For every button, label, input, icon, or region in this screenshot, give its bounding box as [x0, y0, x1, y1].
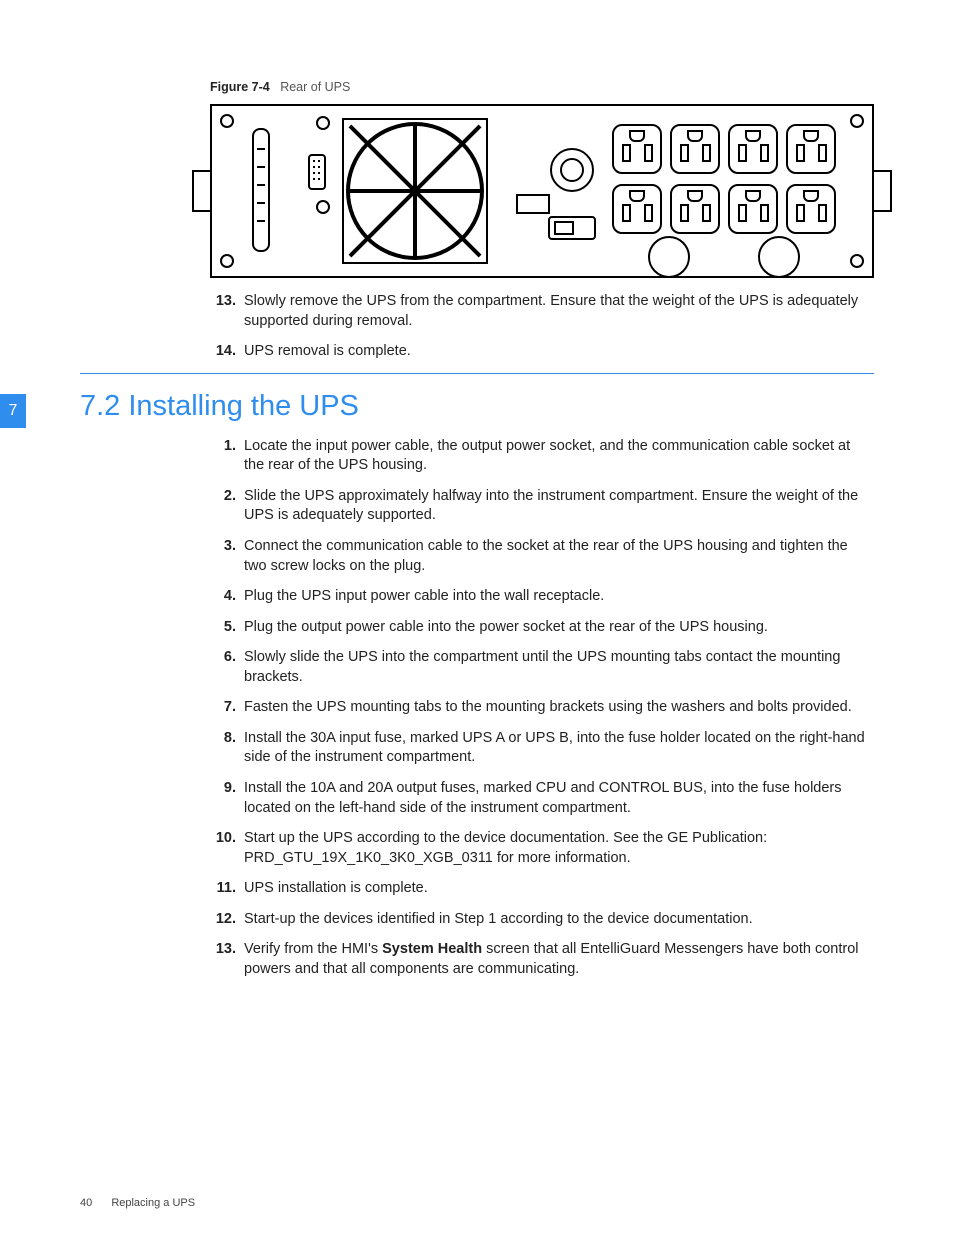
figure-title: Rear of UPS: [280, 80, 350, 94]
step-number: 2.: [210, 487, 236, 507]
step-text: Slowly remove the UPS from the compartme…: [244, 293, 858, 329]
list-item: 10. Start up the UPS according to the dev…: [210, 829, 874, 868]
step-text: Slide the UPS approximately halfway into…: [244, 488, 858, 524]
figure-caption: Figure 7-4 Rear of UPS: [210, 80, 874, 94]
step-number: 4.: [210, 587, 236, 607]
list-item: 13. Verify from the HMI's System Health …: [210, 940, 874, 979]
section-rule: [80, 373, 874, 374]
footer-title: Replacing a UPS: [111, 1197, 195, 1209]
step-text: Connect the communication cable to the s…: [244, 538, 848, 574]
step-text: Locate the input power cable, the output…: [244, 438, 850, 474]
list-item: 13. Slowly remove the UPS from the compar…: [210, 292, 874, 331]
list-item: 12. Start-up the devices identified in St…: [210, 910, 874, 930]
figure-rear-of-ups: [210, 104, 874, 278]
list-item: 2. Slide the UPS approximately halfway in…: [210, 487, 874, 526]
list-item: 3. Connect the communication cable to the…: [210, 537, 874, 576]
step-text: Install the 10A and 20A output fuses, ma…: [244, 780, 842, 816]
step-number: 7.: [210, 698, 236, 718]
step-number: 12.: [210, 910, 236, 930]
list-item: 11. UPS installation is complete.: [210, 879, 874, 899]
list-item: 8. Install the 30A input fuse, marked UPS…: [210, 729, 874, 768]
step-number: 14.: [210, 342, 236, 362]
chapter-side-tab: 7: [0, 394, 26, 428]
list-item: 4. Plug the UPS input power cable into th…: [210, 587, 874, 607]
step-text: Fasten the UPS mounting tabs to the moun…: [244, 699, 852, 715]
step-text: Slowly slide the UPS into the compartmen…: [244, 649, 840, 685]
list-item: 1. Locate the input power cable, the outp…: [210, 437, 874, 476]
removal-steps-list: 13. Slowly remove the UPS from the compar…: [210, 292, 874, 362]
section-heading: 7.2 Installing the UPS: [80, 390, 874, 423]
step-number: 8.: [210, 729, 236, 749]
step-text: UPS installation is complete.: [244, 880, 428, 896]
page-body: Figure 7-4 Rear of UPS: [80, 80, 874, 1185]
step-text: Install the 30A input fuse, marked UPS A…: [244, 730, 865, 766]
list-item: 6. Slowly slide the UPS into the compartm…: [210, 648, 874, 687]
step-number: 1.: [210, 437, 236, 457]
chapter-number: 7: [9, 402, 18, 420]
step-number: 9.: [210, 779, 236, 799]
step-number: 3.: [210, 537, 236, 557]
step-number: 13.: [210, 292, 236, 312]
step-number: 10.: [210, 829, 236, 849]
install-steps-list: 1. Locate the input power cable, the outp…: [210, 437, 874, 980]
page-number: 40: [80, 1197, 92, 1209]
list-item: 5. Plug the output power cable into the p…: [210, 618, 874, 638]
step-number: 11.: [210, 879, 236, 899]
list-item: 9. Install the 10A and 20A output fuses, …: [210, 779, 874, 818]
step-text: Plug the UPS input power cable into the …: [244, 588, 604, 604]
page-footer: 40 Replacing a UPS: [80, 1197, 195, 1209]
step-text: UPS removal is complete.: [244, 343, 411, 359]
list-item: 14. UPS removal is complete.: [210, 342, 874, 362]
figure-label: Figure 7-4: [210, 80, 270, 94]
step-number: 5.: [210, 618, 236, 638]
step-number: 13.: [210, 940, 236, 960]
step-text: Plug the output power cable into the pow…: [244, 619, 768, 635]
step-number: 6.: [210, 648, 236, 668]
step-text: Start-up the devices identified in Step …: [244, 911, 753, 927]
list-item: 7. Fasten the UPS mounting tabs to the mo…: [210, 698, 874, 718]
step-text: Start up the UPS according to the device…: [244, 830, 767, 866]
step-text: Verify from the HMI's System Health scre…: [244, 941, 858, 977]
